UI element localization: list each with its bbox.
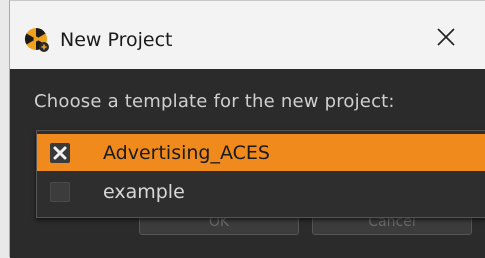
template-label: example [103, 180, 185, 203]
template-item-advertising-aces[interactable]: Advertising_ACES [37, 134, 485, 171]
title-bar[interactable]: New Project [10, 1, 485, 69]
close-button[interactable] [420, 15, 472, 59]
new-project-dialog: New Project Choose a template for the ne… [9, 0, 485, 258]
dialog-body: Choose a template for the new project: O… [10, 69, 485, 258]
template-list[interactable]: Advertising_ACES example [36, 130, 485, 218]
template-label: Advertising_ACES [103, 141, 270, 164]
app-icon [24, 27, 50, 53]
window-title: New Project [60, 29, 173, 51]
template-item-example[interactable]: example [37, 173, 485, 210]
checkmark-x-icon [53, 146, 67, 159]
close-icon [437, 28, 455, 46]
checked-checkbox[interactable] [50, 142, 70, 163]
unchecked-checkbox[interactable] [50, 181, 70, 202]
